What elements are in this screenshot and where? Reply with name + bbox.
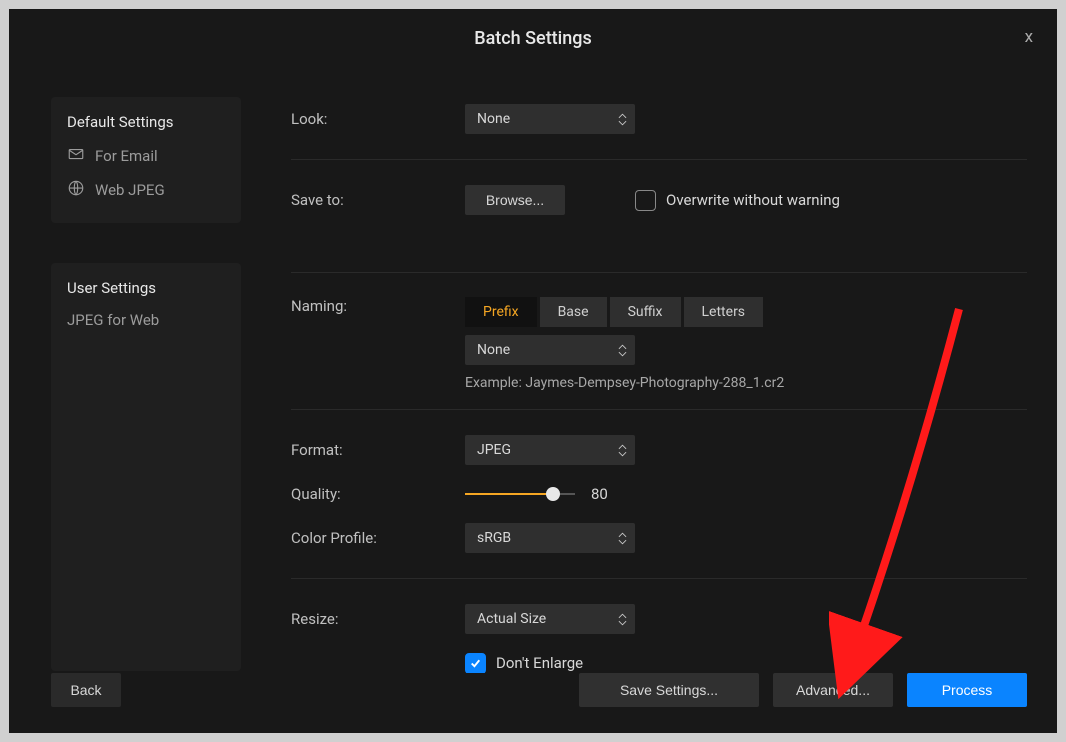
resize-value: Actual Size	[477, 611, 546, 627]
user-settings-header: User Settings	[51, 275, 241, 305]
naming-segmented: Prefix Base Suffix Letters	[465, 297, 784, 327]
resize-select[interactable]: Actual Size	[465, 604, 635, 634]
sidebar-item-label: Web JPEG	[95, 181, 165, 199]
segment-letters[interactable]: Letters	[684, 297, 764, 327]
save-to-row: Save to: Browse... Overwrite without war…	[291, 178, 1027, 222]
divider	[291, 409, 1027, 410]
dont-enlarge-row: Don't Enlarge	[291, 641, 1027, 673]
format-value: JPEG	[477, 442, 511, 458]
resize-label: Resize:	[291, 610, 465, 628]
dont-enlarge-check-row[interactable]: Don't Enlarge	[465, 653, 583, 674]
user-settings-panel: User Settings JPEG for Web	[51, 263, 241, 671]
sidebar-item-web-jpeg[interactable]: Web JPEG	[51, 173, 241, 207]
footer: Back Save Settings... Advanced... Proces…	[9, 673, 1057, 733]
color-profile-label: Color Profile:	[291, 529, 465, 547]
save-to-label: Save to:	[291, 191, 465, 209]
look-value: None	[477, 111, 510, 127]
format-label: Format:	[291, 441, 465, 459]
back-button[interactable]: Back	[51, 673, 121, 707]
resize-row: Resize: Actual Size	[291, 597, 1027, 641]
look-select[interactable]: None	[465, 104, 635, 134]
stepper-icon	[618, 613, 627, 626]
naming-label: Naming:	[291, 297, 465, 315]
globe-icon	[67, 179, 85, 201]
divider	[291, 578, 1027, 579]
format-row: Format: JPEG	[291, 428, 1027, 472]
naming-select[interactable]: None	[465, 335, 635, 365]
mail-icon	[67, 145, 85, 167]
save-settings-button[interactable]: Save Settings...	[579, 673, 759, 707]
quality-label: Quality:	[291, 485, 465, 503]
stepper-icon	[618, 444, 627, 457]
titlebar: Batch Settings x	[9, 9, 1057, 67]
format-select[interactable]: JPEG	[465, 435, 635, 465]
quality-row: Quality: 80	[291, 472, 1027, 516]
stepper-icon	[618, 344, 627, 357]
naming-value: None	[477, 342, 510, 358]
segment-suffix[interactable]: Suffix	[610, 297, 681, 327]
segment-prefix[interactable]: Prefix	[465, 297, 537, 327]
color-profile-select[interactable]: sRGB	[465, 523, 635, 553]
color-profile-row: Color Profile: sRGB	[291, 516, 1027, 560]
process-button[interactable]: Process	[907, 673, 1027, 707]
divider	[291, 272, 1027, 273]
dont-enlarge-label: Don't Enlarge	[496, 654, 583, 672]
main-content: Look: None Save to: Browse... Overwrite …	[241, 67, 1057, 673]
overwrite-check-row[interactable]: Overwrite without warning	[635, 190, 840, 211]
quality-slider[interactable]	[465, 484, 575, 504]
sidebar-item-jpeg-for-web[interactable]: JPEG for Web	[51, 305, 241, 335]
sidebar: Default Settings For Email Web JPEG User…	[9, 67, 241, 673]
stepper-icon	[618, 113, 627, 126]
segment-base[interactable]: Base	[540, 297, 607, 327]
default-settings-panel: Default Settings For Email Web JPEG	[51, 97, 241, 223]
naming-example: Example: Jaymes-Dempsey-Photography-288_…	[465, 375, 784, 391]
look-row: Look: None	[291, 97, 1027, 141]
overwrite-label: Overwrite without warning	[666, 191, 840, 209]
close-icon[interactable]: x	[1025, 27, 1033, 47]
overwrite-checkbox[interactable]	[635, 190, 656, 211]
dont-enlarge-checkbox[interactable]	[465, 653, 486, 674]
sidebar-item-for-email[interactable]: For Email	[51, 139, 241, 173]
advanced-button[interactable]: Advanced...	[773, 673, 893, 707]
quality-value: 80	[591, 485, 608, 503]
slider-thumb[interactable]	[546, 487, 560, 501]
stepper-icon	[618, 532, 627, 545]
default-settings-header: Default Settings	[51, 109, 241, 139]
divider	[291, 159, 1027, 160]
window-title: Batch Settings	[474, 28, 592, 49]
look-label: Look:	[291, 110, 465, 128]
sidebar-item-label: JPEG for Web	[67, 311, 159, 329]
sidebar-item-label: For Email	[95, 147, 158, 165]
browse-button[interactable]: Browse...	[465, 185, 565, 215]
naming-row: Naming: Prefix Base Suffix Letters None	[291, 291, 1027, 391]
color-profile-value: sRGB	[477, 530, 511, 546]
